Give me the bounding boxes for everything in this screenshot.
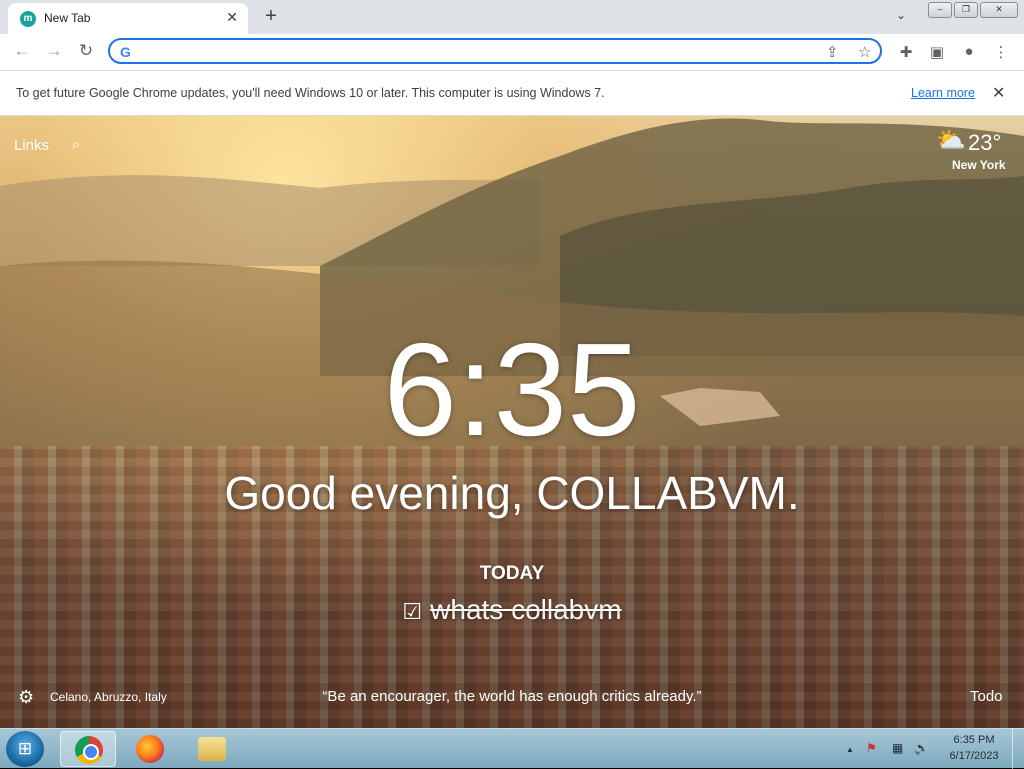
tab-close-icon[interactable]: ✕: [226, 9, 238, 26]
daily-quote: “Be an encourager, the world has enough …: [322, 688, 702, 705]
tray-date[interactable]: 6/17/2023: [944, 750, 1004, 762]
profile-avatar-icon[interactable]: ●: [959, 43, 979, 60]
focus-checkbox-icon[interactable]: ☑: [402, 599, 422, 624]
links-button[interactable]: Links: [14, 137, 49, 154]
chrome-icon: [75, 736, 103, 764]
focus-item[interactable]: ☑ whats collabvm: [0, 594, 1024, 626]
weather-temperature[interactable]: 23°: [968, 130, 1001, 156]
folder-icon: [198, 737, 226, 761]
share-icon[interactable]: ⇪: [826, 43, 839, 61]
infobar-close-icon[interactable]: ✕: [992, 83, 1005, 103]
forward-button[interactable]: →: [43, 41, 65, 61]
new-tab-button[interactable]: +: [260, 5, 282, 28]
side-panel-icon[interactable]: ▣: [927, 43, 947, 61]
address-input[interactable]: [144, 42, 828, 62]
search-icon[interactable]: ⌕: [72, 136, 80, 153]
tab-search-chevron-icon[interactable]: ⌄: [896, 8, 906, 22]
chrome-menu-icon[interactable]: ⋮: [991, 43, 1011, 61]
todo-button[interactable]: Todo: [970, 688, 1003, 705]
taskbar-file-explorer[interactable]: [184, 731, 240, 767]
today-label: TODAY: [479, 563, 545, 584]
google-g-icon: G: [120, 44, 131, 60]
maximize-button[interactable]: ❐: [954, 2, 978, 18]
clock-time: 6:35: [383, 316, 641, 463]
focus-text: whats collabvm: [430, 594, 622, 625]
taskbar-chrome[interactable]: [60, 731, 116, 767]
tab-strip: m New Tab ✕ + ⌄ – ❐ ✕: [0, 0, 1024, 34]
learn-more-link[interactable]: Learn more: [911, 86, 975, 100]
action-center-flag-icon[interactable]: ⚑: [866, 741, 877, 755]
taskbar-firefox[interactable]: [122, 731, 178, 767]
tray-chevron-icon[interactable]: ▲: [846, 745, 854, 754]
weather-city[interactable]: New York: [952, 158, 1006, 172]
back-button[interactable]: ←: [11, 41, 33, 61]
tab-new-tab[interactable]: m New Tab ✕: [8, 3, 248, 34]
tray-time[interactable]: 6:35 PM: [952, 734, 996, 746]
update-infobar: To get future Google Chrome updates, you…: [0, 70, 1024, 116]
momentum-favicon-icon: m: [20, 11, 36, 27]
network-icon[interactable]: ▦: [892, 741, 903, 755]
start-button[interactable]: ⊞: [6, 731, 44, 767]
bookmark-star-icon[interactable]: ☆: [858, 43, 871, 61]
minimize-button[interactable]: –: [928, 2, 952, 18]
browser-toolbar: ← → ↻ G ⇪ ☆ ✚ ▣ ● ⋮: [0, 34, 1024, 70]
volume-icon[interactable]: 🔊: [914, 741, 929, 755]
infobar-message: To get future Google Chrome updates, you…: [16, 86, 605, 100]
extensions-icon[interactable]: ✚: [896, 43, 916, 61]
firefox-icon: [136, 735, 164, 763]
tab-title: New Tab: [44, 11, 91, 25]
window-close-button[interactable]: ✕: [980, 2, 1018, 18]
greeting: Good evening, COLLABVM.: [224, 467, 800, 519]
weather-cloud-sun-icon[interactable]: ⛅: [936, 126, 966, 155]
momentum-background: Links ⌕ ⛅ 23° New York 6:35 Good evening…: [0, 116, 1024, 728]
reload-button[interactable]: ↻: [75, 41, 97, 61]
show-desktop-button[interactable]: [1012, 729, 1024, 769]
taskbar: ⊞ ▲ ⚑ ▦ 🔊 6:35 PM 6/17/2023: [0, 728, 1024, 769]
address-bar[interactable]: G ⇪ ☆: [108, 38, 882, 64]
